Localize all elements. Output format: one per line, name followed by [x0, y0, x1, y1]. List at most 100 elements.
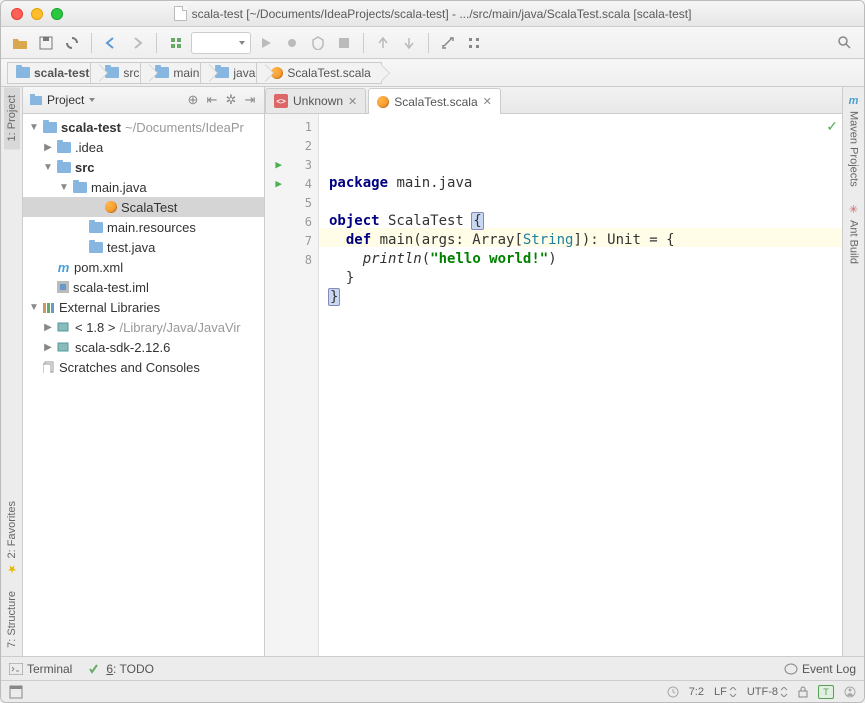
close-tab-icon[interactable]: ✕ — [348, 95, 357, 108]
run-gutter-icon[interactable]: ▶ — [275, 158, 282, 171]
open-icon[interactable] — [9, 32, 31, 54]
event-log-tab[interactable]: Event Log — [784, 662, 856, 676]
panel-settings-icon[interactable]: ✲ — [223, 92, 239, 108]
module-icon — [57, 281, 69, 293]
rail-favorites[interactable]: ★2: Favorites — [4, 493, 20, 583]
expand-arrow-icon[interactable]: ▼ — [29, 122, 39, 133]
expand-arrow-icon[interactable] — [43, 282, 53, 293]
close-window-button[interactable] — [11, 8, 23, 20]
goto-icon[interactable] — [844, 686, 856, 698]
window-title: scala-test [~/Documents/IdeaProjects/sca… — [192, 7, 692, 21]
run-icon[interactable] — [255, 32, 277, 54]
folder-icon — [57, 142, 71, 153]
encoding[interactable]: UTF-8 — [747, 686, 788, 698]
code-area[interactable]: package main.java object ScalaTest { def… — [319, 114, 842, 656]
tree-item[interactable]: ▼External Libraries — [23, 297, 264, 317]
folder-icon — [43, 122, 57, 133]
gutter-line[interactable]: 2 — [265, 136, 318, 155]
back-icon[interactable] — [100, 32, 122, 54]
breadcrumb-item[interactable]: ScalaTest.scala — [256, 62, 381, 84]
rail-ant[interactable]: ✳Ant Build — [846, 195, 862, 272]
build-icon[interactable] — [165, 32, 187, 54]
tree-item[interactable]: scala-test.iml — [23, 277, 264, 297]
stop-icon[interactable] — [333, 32, 355, 54]
editor-tab[interactable]: <>Unknown✕ — [265, 88, 366, 113]
expand-arrow-icon[interactable] — [75, 222, 85, 233]
expand-arrow-icon[interactable]: ▼ — [43, 162, 53, 173]
expand-arrow-icon[interactable] — [75, 242, 85, 253]
tree-item[interactable]: ▼scala-test ~/Documents/IdeaPr — [23, 117, 264, 137]
rail-maven[interactable]: mMaven Projects — [846, 87, 862, 195]
editor-tab[interactable]: ScalaTest.scala✕ — [368, 88, 501, 114]
unknown-icon: <> — [274, 94, 288, 108]
expand-arrow-icon[interactable]: ▶ — [43, 322, 53, 333]
tree-item[interactable]: ScalaTest — [23, 197, 264, 217]
gutter-line[interactable]: 6 — [265, 212, 318, 231]
tree-item[interactable]: ▼src — [23, 157, 264, 177]
scala-icon — [377, 96, 389, 108]
search-icon[interactable] — [834, 32, 856, 54]
inspection-badge[interactable]: T — [818, 685, 834, 699]
breadcrumb-item[interactable]: scala-test — [7, 62, 100, 84]
editor-area: <>Unknown✕ScalaTest.scala✕ ✓ 123▶4▶5678 … — [265, 87, 842, 656]
zoom-window-button[interactable] — [51, 8, 63, 20]
folder-icon — [89, 222, 103, 233]
read-only-icon[interactable] — [798, 686, 808, 698]
tree-item[interactable]: Scratches and Consoles — [23, 357, 264, 377]
minimize-window-button[interactable] — [31, 8, 43, 20]
hide-icon[interactable]: ⇥ — [242, 92, 258, 108]
main-area: 1: Project ★2: Favorites 7: Structure Pr… — [1, 87, 864, 656]
terminal-tab[interactable]: Terminal — [9, 662, 72, 676]
todo-tab[interactable]: 6: TODO — [88, 662, 154, 676]
expand-arrow-icon[interactable]: ▶ — [43, 142, 53, 153]
gutter-line[interactable]: 1 — [265, 117, 318, 136]
expand-arrow-icon[interactable] — [91, 202, 101, 213]
expand-arrow-icon[interactable]: ▼ — [59, 182, 69, 193]
debug-icon[interactable] — [281, 32, 303, 54]
tree-item[interactable]: ▶scala-sdk-2.12.6 — [23, 337, 264, 357]
expand-arrow-icon[interactable] — [29, 362, 39, 373]
main-toolbar — [1, 27, 864, 59]
coverage-icon[interactable] — [307, 32, 329, 54]
tree-item[interactable]: mpom.xml — [23, 257, 264, 277]
project-view-combo[interactable]: Project — [29, 93, 96, 107]
project-panel-header: Project ⊕ ⇤ ✲ ⇥ — [23, 87, 264, 114]
gutter-line[interactable]: 5 — [265, 193, 318, 212]
code-editor[interactable]: ✓ 123▶4▶5678 package main.java object Sc… — [265, 114, 842, 656]
tree-item[interactable]: test.java — [23, 237, 264, 257]
gutter-line[interactable]: 3▶ — [265, 155, 318, 174]
sdk-icon — [57, 321, 71, 333]
expand-arrow-icon[interactable]: ▶ — [43, 342, 53, 353]
run-gutter-icon[interactable]: ▶ — [275, 177, 282, 190]
close-tab-icon[interactable]: ✕ — [483, 95, 492, 108]
gutter-line[interactable]: 7 — [265, 231, 318, 250]
rail-structure[interactable]: 7: Structure — [4, 583, 20, 656]
tree-item[interactable]: main.resources — [23, 217, 264, 237]
tree-item[interactable]: ▶.idea — [23, 137, 264, 157]
project-tree[interactable]: ▼scala-test ~/Documents/IdeaPr▶.idea▼src… — [23, 114, 264, 656]
gutter-line[interactable]: 4▶ — [265, 174, 318, 193]
cursor-position[interactable]: 7:2 — [689, 686, 704, 698]
statusbar: 7:2 LF UTF-8 T — [1, 680, 864, 702]
expand-arrow-icon[interactable]: ▼ — [29, 302, 39, 313]
project-structure-icon[interactable] — [463, 32, 485, 54]
sync-icon[interactable] — [61, 32, 83, 54]
locate-icon[interactable]: ⊕ — [185, 92, 201, 108]
vcs-update-icon[interactable] — [372, 32, 394, 54]
vcs-commit-icon[interactable] — [398, 32, 420, 54]
tree-item[interactable]: ▶< 1.8 > /Library/Java/JavaVir — [23, 317, 264, 337]
gutter-line[interactable]: 8 — [265, 250, 318, 269]
settings-icon[interactable] — [437, 32, 459, 54]
forward-icon[interactable] — [126, 32, 148, 54]
line-separator[interactable]: LF — [714, 686, 737, 698]
save-all-icon[interactable] — [35, 32, 57, 54]
tool-windows-icon[interactable] — [9, 685, 23, 699]
tree-item[interactable]: ▼main.java — [23, 177, 264, 197]
background-tasks-icon[interactable] — [667, 686, 679, 698]
collapse-icon[interactable]: ⇤ — [204, 92, 220, 108]
expand-arrow-icon[interactable] — [43, 262, 53, 273]
folder-icon — [89, 242, 103, 253]
rail-project[interactable]: 1: Project — [4, 87, 20, 149]
folder-icon — [57, 162, 71, 173]
run-config-combo[interactable] — [191, 32, 251, 54]
